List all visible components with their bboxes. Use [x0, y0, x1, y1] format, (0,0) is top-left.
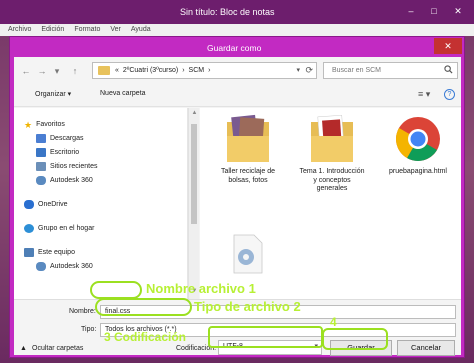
breadcrumb: « 2ºCuatri (3ºcurso) › SCM › [115, 67, 210, 74]
breadcrumb-scm[interactable]: SCM [189, 67, 205, 74]
sidebar-item-autodesk[interactable]: Autodesk 360 [36, 174, 93, 187]
history-dropdown-icon[interactable]: ▾ [51, 65, 63, 77]
dialog-title-bar: Guardar como ✕ [10, 37, 464, 57]
file-name: Tema 1. Introducción y conceptos general… [299, 168, 365, 192]
maximize-icon[interactable]: □ [424, 4, 444, 18]
annotation-ring-filetype [95, 298, 192, 316]
address-dropdown-icon[interactable]: ▾ [296, 66, 300, 74]
annotation-ring-filename [90, 281, 142, 299]
filetype-label: Tipo: [81, 326, 97, 333]
navigation-bar: ← → ▾ ↑ « 2ºCuatri (3ºcurso) › SCM › ▾ ⟳… [14, 57, 461, 85]
hide-folders-toggle-icon[interactable]: ▲ [20, 345, 27, 352]
menu-ayuda[interactable]: Ayuda [131, 24, 151, 36]
sidebar-item-label: Descargas [50, 135, 84, 142]
close-icon[interactable]: ✕ [448, 4, 468, 18]
dialog-title: Guardar como [207, 43, 262, 53]
annotation-2: Tipo de archivo 2 [194, 299, 301, 314]
downloads-icon [36, 134, 46, 143]
navigation-pane: ★ Favoritos Descargas Escritorio Sitios … [14, 108, 188, 299]
chrome-icon [396, 117, 440, 161]
forward-arrow-icon[interactable]: → [36, 65, 48, 77]
notepad-menu-bar: Archivo Edición Formato Ver Ayuda [0, 24, 474, 36]
cloud-icon [36, 176, 46, 185]
sidebar-item-label: Este equipo [38, 249, 75, 256]
sidebar-item-este-equipo[interactable]: Este equipo [24, 246, 75, 259]
help-icon[interactable]: ? [444, 89, 455, 100]
sidebar-item-grupo-hogar[interactable]: Grupo en el hogar [24, 222, 94, 235]
hide-folders-button[interactable]: Ocultar carpetas [32, 345, 83, 352]
onedrive-icon [24, 200, 34, 209]
recent-icon [36, 162, 46, 171]
minimize-icon[interactable]: – [401, 4, 421, 18]
back-arrow-icon[interactable]: ← [20, 65, 32, 77]
view-options-icon[interactable]: ≡ ▾ [418, 89, 430, 100]
search-icon[interactable] [444, 65, 453, 76]
annotation-ring-save [322, 328, 388, 350]
homegroup-icon [24, 224, 34, 233]
file-item-tema1[interactable]: Tema 1. Introducción y conceptos general… [298, 114, 366, 194]
desktop-icon [36, 148, 46, 157]
notepad-title-bar: Sin título: Bloc de notas – □ ✕ [0, 0, 474, 24]
cloud-icon [36, 262, 46, 271]
sidebar-item-autodesk-2[interactable]: Autodesk 360 [36, 260, 93, 273]
photo-folder-icon [227, 114, 269, 162]
sidebar-item-onedrive[interactable]: OneDrive [24, 198, 68, 211]
file-item-settings[interactable] [228, 233, 268, 279]
document-folder-icon [311, 114, 353, 162]
sidebar-item-label: Favoritos [36, 121, 65, 128]
computer-icon [24, 248, 34, 257]
filename-label: Nombre: [69, 308, 96, 315]
settings-file-icon [233, 234, 263, 274]
sidebar-item-escritorio[interactable]: Escritorio [36, 146, 79, 159]
sidebar-item-sitios-recientes[interactable]: Sitios recientes [36, 160, 97, 173]
search-box[interactable]: Buscar en SCM [323, 62, 458, 79]
file-name: pruebapagina.html [389, 168, 447, 175]
search-placeholder: Buscar en SCM [332, 67, 382, 74]
sidebar-item-favoritos[interactable]: ★ Favoritos [24, 118, 65, 131]
annotation-4: 4 [330, 315, 337, 329]
sidebar-item-label: Sitios recientes [50, 163, 98, 170]
menu-edicion[interactable]: Edición [41, 24, 64, 36]
breadcrumb-separator[interactable]: › [182, 67, 184, 74]
sidebar-item-label: Autodesk 360 [50, 263, 93, 270]
folder-icon [98, 66, 110, 75]
file-item-pruebapagina[interactable]: pruebapagina.html [384, 114, 452, 177]
menu-ver[interactable]: Ver [110, 24, 121, 36]
breadcrumb-2cuatri[interactable]: 2ºCuatri (3ºcurso) [123, 67, 178, 74]
new-folder-button[interactable]: Nueva carpeta [100, 90, 146, 97]
dialog-close-icon[interactable]: ✕ [434, 38, 462, 54]
file-item-taller[interactable]: Taller reciclaje de bolsas, fotos [214, 114, 282, 185]
sidebar-scrollbar[interactable]: ▲ ▼ [188, 108, 199, 299]
annotation-3: 3 Codificación [104, 330, 187, 344]
file-list: Taller reciclaje de bolsas, fotos Tema 1… [200, 108, 461, 299]
toolbar: Organizar ▾ Nueva carpeta ≡ ▾ ? [14, 85, 461, 107]
scrollbar-thumb[interactable] [191, 124, 197, 224]
menu-archivo[interactable]: Archivo [8, 24, 31, 36]
breadcrumb-separator-end[interactable]: › [208, 67, 210, 74]
sidebar-item-label: OneDrive [38, 201, 68, 208]
star-icon: ★ [24, 120, 33, 130]
sidebar-item-label: Escritorio [50, 149, 80, 156]
address-bar[interactable]: « 2ºCuatri (3ºcurso) › SCM › ▾ ⟳ [92, 62, 317, 79]
up-arrow-icon[interactable]: ↑ [69, 65, 81, 77]
sidebar-item-descargas[interactable]: Descargas [36, 132, 83, 145]
annotation-ring-encoding [208, 326, 323, 348]
scroll-up-icon[interactable]: ▲ [190, 110, 199, 119]
cancel-button[interactable]: Cancelar [397, 340, 455, 356]
menu-formato[interactable]: Formato [74, 24, 100, 36]
annotation-1: Nombre archivo 1 [146, 281, 256, 296]
organize-button[interactable]: Organizar ▾ [35, 90, 71, 98]
file-name: Taller reciclaje de bolsas, fotos [220, 168, 276, 184]
notepad-title: Sin título: Bloc de notas [180, 7, 275, 17]
sidebar-item-label: Autodesk 360 [50, 177, 93, 184]
breadcrumb-overflow[interactable]: « [115, 67, 119, 74]
refresh-icon[interactable]: ⟳ [305, 65, 313, 76]
sidebar-item-label: Grupo en el hogar [38, 225, 95, 232]
